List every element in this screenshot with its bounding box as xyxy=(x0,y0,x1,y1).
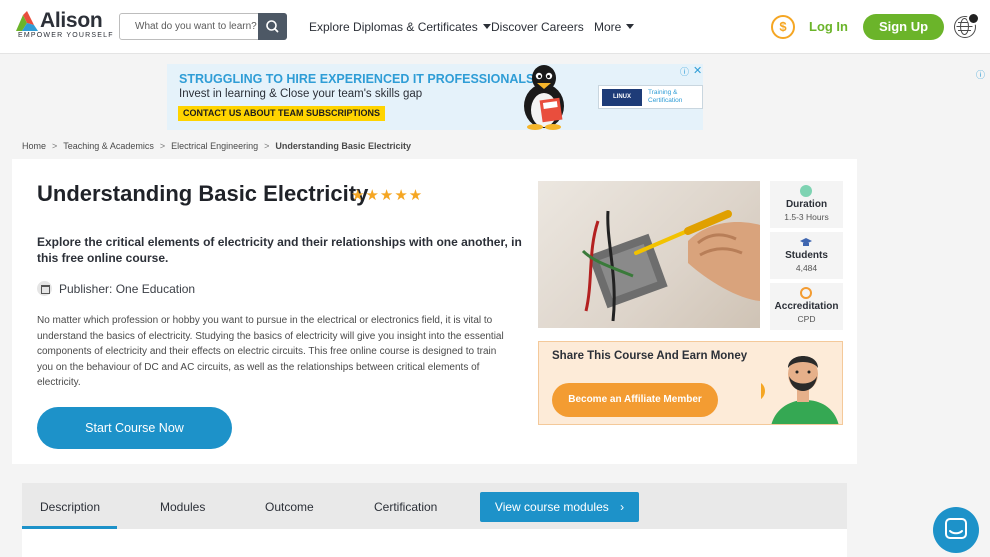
linux-logo-line-2: Certification xyxy=(648,97,683,104)
search-input[interactable] xyxy=(120,14,260,39)
start-course-button[interactable]: Start Course Now xyxy=(37,407,232,449)
affiliate-title: Share This Course And Earn Money xyxy=(552,350,748,362)
chevron-down-icon xyxy=(626,24,635,29)
publisher-label: Publisher: One Education xyxy=(59,282,196,296)
stat-students: Students 4,484 xyxy=(770,232,843,279)
course-title: Understanding Basic Electricity xyxy=(37,181,369,206)
view-modules-button[interactable]: View course modules › xyxy=(480,492,639,522)
dollar-coin-icon[interactable]: $ xyxy=(771,15,795,39)
tab-description[interactable]: Description xyxy=(40,500,100,514)
tab-modules[interactable]: Modules xyxy=(160,500,205,514)
nav-explore-label: Explore Diplomas & Certificates xyxy=(309,20,478,34)
ad-cta-button[interactable]: CONTACT US ABOUT TEAM SUBSCRIPTIONS xyxy=(178,106,385,121)
alison-logo[interactable]: Alison EMPOWER YOURSELF xyxy=(16,9,113,43)
search-box xyxy=(119,13,287,40)
ad-info-icon-right[interactable]: ⓘ xyxy=(976,68,985,81)
breadcrumb-teaching[interactable]: Teaching & Academics xyxy=(63,141,154,151)
logo-name: Alison xyxy=(40,9,103,32)
course-lead: Explore the critical elements of electri… xyxy=(37,235,522,265)
search-icon xyxy=(266,20,279,33)
ad-banner[interactable]: STRUGGLING TO HIRE EXPERIENCED IT PROFES… xyxy=(167,64,703,130)
electrician-photo-illustration xyxy=(581,210,760,322)
chat-icon xyxy=(945,518,967,539)
tabs-bar: Description Modules Outcome Certificatio… xyxy=(22,483,847,529)
linux-foundation-logo: LINUX Training & Certification xyxy=(598,85,703,109)
chevron-right-icon: > xyxy=(52,141,58,151)
ad-info-icon[interactable]: ⓘ xyxy=(680,65,689,78)
breadcrumb-current: Understanding Basic Electricity xyxy=(275,141,411,151)
linux-logo-line-1: Training & xyxy=(648,89,678,96)
affiliate-man-illustration: $ xyxy=(761,356,839,424)
breadcrumb: Home > Teaching & Academics > Electrical Eng… xyxy=(22,141,411,151)
tab-certification[interactable]: Certification xyxy=(374,500,437,514)
breadcrumb-electrical[interactable]: Electrical Engineering xyxy=(171,141,258,151)
ad-headline: STRUGGLING TO HIRE EXPERIENCED IT PROFES… xyxy=(179,72,543,86)
nav-explore-diplomas[interactable]: Explore Diplomas & Certificates xyxy=(309,20,491,34)
search-button[interactable] xyxy=(258,13,287,40)
breadcrumb-home[interactable]: Home xyxy=(22,141,46,151)
linux-logo-box: LINUX xyxy=(602,89,642,106)
ad-close-icon[interactable]: ✕ xyxy=(693,64,702,77)
clock-icon xyxy=(800,185,812,197)
stat-duration-label: Duration xyxy=(785,199,828,210)
nav-more-label: More xyxy=(594,20,622,34)
graduation-cap-icon xyxy=(800,236,812,248)
stat-accreditation-label: Accreditation xyxy=(774,301,839,312)
affiliate-box: Share This Course And Earn Money Become … xyxy=(538,341,843,425)
course-description: No matter which profession or hobby you … xyxy=(37,315,504,388)
signup-button[interactable]: Sign Up xyxy=(863,14,944,40)
nav-discover-careers[interactable]: Discover Careers xyxy=(491,20,584,34)
chevron-down-icon xyxy=(482,24,491,29)
linux-logo-text: Training & Certification xyxy=(648,89,682,105)
stat-accreditation-value: CPD xyxy=(797,314,816,324)
course-card: Understanding Basic Electricity ★★★★★ Ex… xyxy=(12,159,857,464)
chat-button[interactable] xyxy=(933,507,979,553)
nav-more[interactable]: More xyxy=(594,20,635,34)
chevron-right-icon: > xyxy=(264,141,270,151)
tab-outcome[interactable]: Outcome xyxy=(265,500,314,514)
stat-duration-value: 1.5-3 Hours xyxy=(784,212,829,222)
stat-students-value: 4,484 xyxy=(795,263,818,273)
affiliate-button[interactable]: Become an Affiliate Member xyxy=(552,383,718,417)
chevron-right-icon: > xyxy=(159,141,166,151)
top-header: Alison EMPOWER YOURSELF Explore Diplomas… xyxy=(0,0,990,54)
ad-subline: Invest in learning & Close your team's s… xyxy=(179,88,423,100)
publisher[interactable]: Publisher: One Education xyxy=(37,281,195,296)
active-tab-indicator xyxy=(22,526,117,529)
view-modules-label: View course modules xyxy=(494,500,609,514)
course-tabs-panel: Description Modules Outcome Certificatio… xyxy=(22,483,847,557)
alison-logo-icon xyxy=(16,11,38,31)
penguin-icon xyxy=(524,65,564,130)
badge-icon xyxy=(800,287,812,299)
notification-badge xyxy=(967,12,980,25)
chevron-right-icon: › xyxy=(620,500,625,514)
nav-careers-label: Discover Careers xyxy=(491,20,584,34)
stat-students-label: Students xyxy=(785,250,828,261)
stat-accreditation: Accreditation CPD xyxy=(770,283,843,330)
rating-stars: ★★★★★ xyxy=(351,187,424,204)
stat-duration: Duration 1.5-3 Hours xyxy=(770,181,843,228)
institution-icon xyxy=(37,281,52,296)
course-image xyxy=(538,181,760,328)
login-link[interactable]: Log In xyxy=(809,19,848,34)
logo-tagline: EMPOWER YOURSELF xyxy=(18,32,114,39)
